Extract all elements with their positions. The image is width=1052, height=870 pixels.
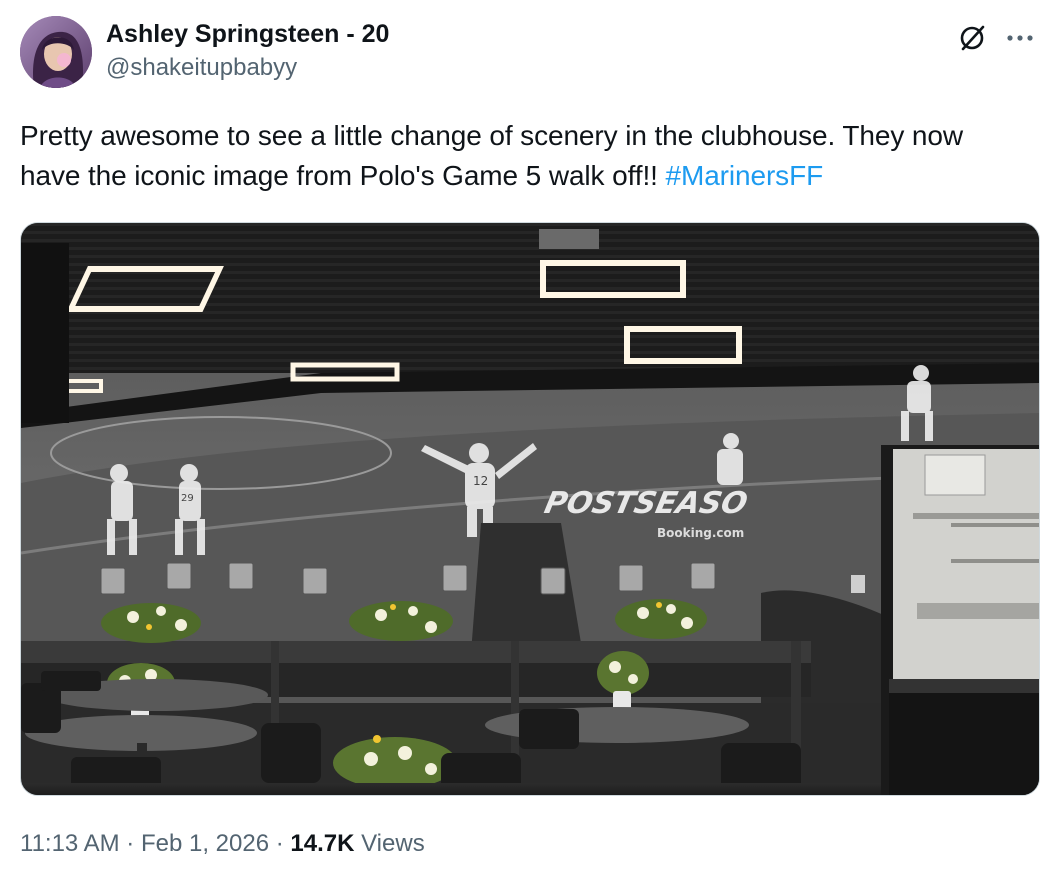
jersey-number-29: 29 bbox=[181, 493, 194, 504]
avatar[interactable] bbox=[20, 16, 92, 88]
views-label: Views bbox=[361, 830, 425, 857]
hashtag-link[interactable]: #MarinersFF bbox=[666, 160, 824, 191]
display-name[interactable]: Ashley Springsteen - 20 bbox=[106, 18, 389, 50]
tweet-card: Ashley Springsteen - 20 @shakeitupbabyy … bbox=[0, 0, 1052, 870]
mural-sign-text: POSTSEASO bbox=[541, 486, 750, 521]
tweet-text: Pretty awesome to see a little change of… bbox=[20, 116, 1030, 196]
tweet-meta: 11:13 AM · Feb 1, 2026 · 14.7K Views bbox=[20, 828, 425, 860]
views-count: 14.7K bbox=[290, 830, 355, 857]
tweet-photo[interactable]: POSTSEASO Booking.com 12 29 bbox=[20, 222, 1040, 796]
meta-separator-2: · bbox=[269, 830, 291, 857]
more-icon[interactable] bbox=[1000, 20, 1040, 56]
clubhouse-photo: POSTSEASO Booking.com 12 29 bbox=[21, 223, 1039, 795]
mural-sub-text: Booking.com bbox=[657, 526, 744, 540]
meta-separator: · bbox=[119, 830, 141, 857]
avatar-image bbox=[20, 16, 92, 88]
tweet-header: Ashley Springsteen - 20 @shakeitupbabyy bbox=[106, 18, 389, 84]
grok-icon[interactable] bbox=[954, 20, 990, 56]
tweet-time[interactable]: 11:13 AM bbox=[20, 830, 120, 857]
tweet-date[interactable]: Feb 1, 2026 bbox=[141, 830, 269, 857]
user-handle[interactable]: @shakeitupbabyy bbox=[106, 52, 389, 84]
jersey-number-12: 12 bbox=[473, 474, 488, 488]
